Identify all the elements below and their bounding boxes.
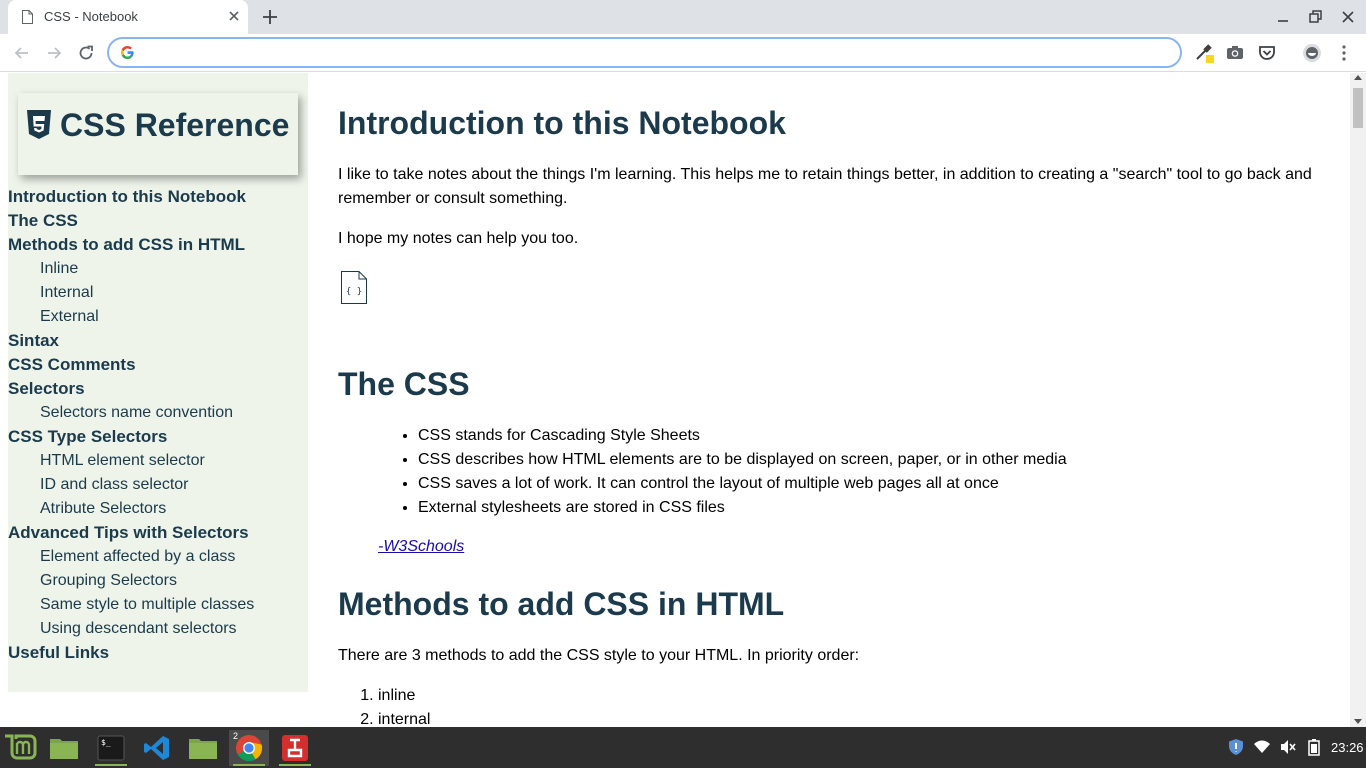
- app-icon: [282, 735, 308, 761]
- sidebar-link[interactable]: Advanced Tips with Selectors: [8, 521, 308, 545]
- sidebar-link[interactable]: HTML element selector: [8, 449, 308, 473]
- restore-icon[interactable]: [1304, 6, 1326, 28]
- shield-icon[interactable]: [1227, 738, 1245, 756]
- tab-title: CSS - Notebook: [44, 9, 138, 24]
- scroll-thumb[interactable]: [1353, 88, 1363, 128]
- css3-logo-icon: [27, 110, 51, 139]
- browser-toolbar: [0, 34, 1366, 72]
- profile-avatar-icon[interactable]: [1301, 42, 1323, 64]
- list-item: External stylesheets are stored in CSS f…: [418, 496, 1067, 520]
- taskbar-terminal[interactable]: $_: [91, 730, 131, 766]
- wifi-icon[interactable]: [1253, 738, 1271, 756]
- tab-strip: CSS - Notebook: [0, 0, 1366, 34]
- svg-text:{ }: { }: [346, 287, 362, 297]
- list-item: internal: [378, 708, 430, 727]
- taskbar-files-app[interactable]: [44, 730, 84, 766]
- sidebar-link[interactable]: Element affected by a class: [8, 545, 308, 569]
- taskbar-chrome[interactable]: 2: [229, 730, 269, 766]
- intro-paragraph: I like to take notes about the things I'…: [338, 166, 1312, 207]
- close-tab-icon[interactable]: [226, 8, 242, 24]
- battery-icon[interactable]: [1305, 738, 1323, 756]
- heading-introduction: Introduction to this Notebook: [338, 105, 786, 141]
- brand-card: CSS Reference: [18, 93, 298, 175]
- sidebar-link[interactable]: CSS Type Selectors: [8, 425, 308, 449]
- folder-icon: [50, 739, 78, 759]
- mint-menu-button[interactable]: [0, 730, 40, 766]
- code-file-icon: { }: [341, 271, 367, 304]
- brand-title: CSS Reference: [60, 107, 290, 143]
- sidebar-nav: CSS Reference Introduction to this Noteb…: [8, 73, 308, 692]
- close-window-icon[interactable]: [1337, 6, 1359, 28]
- taskbar-red-app[interactable]: [275, 730, 315, 766]
- address-bar[interactable]: [108, 38, 1181, 67]
- sidebar-link[interactable]: Sintax: [8, 329, 308, 353]
- w3schools-link[interactable]: -W3Schools: [378, 538, 464, 556]
- terminal-icon: $_: [97, 735, 125, 761]
- google-icon: [120, 45, 134, 60]
- list-item: CSS describes how HTML elements are to b…: [418, 448, 1067, 472]
- svg-text:$_: $_: [101, 738, 111, 747]
- running-indicator: [95, 764, 127, 766]
- linux-mint-logo-icon: [5, 734, 37, 760]
- intro-paragraph-2: I hope my notes can help you too.: [338, 230, 579, 247]
- sidebar-link[interactable]: ID and class selector: [8, 473, 308, 497]
- css-facts-list: CSS stands for Cascading Style SheetsCSS…: [418, 424, 1067, 520]
- scroll-down-arrow-icon[interactable]: [1354, 719, 1362, 724]
- volume-mute-icon[interactable]: [1279, 738, 1297, 756]
- sidebar-link[interactable]: Internal: [8, 281, 308, 305]
- list-item: CSS saves a lot of work. It can control …: [418, 472, 1067, 496]
- sidebar-link[interactable]: Introduction to this Notebook: [8, 185, 308, 209]
- sidebar-link[interactable]: Atribute Selectors: [8, 497, 308, 521]
- sidebar-link[interactable]: The CSS: [8, 209, 308, 233]
- folder-icon: [189, 739, 217, 759]
- methods-intro: There are 3 methods to add the CSS style…: [338, 647, 860, 664]
- taskbar: $_ 2 23:26: [0, 727, 1366, 768]
- scroll-up-arrow-icon[interactable]: [1354, 75, 1362, 80]
- pocket-icon[interactable]: [1256, 42, 1278, 64]
- page-viewport: CSS Reference Introduction to this Noteb…: [0, 73, 1350, 727]
- page-scrollbar[interactable]: [1350, 73, 1366, 727]
- camera-icon[interactable]: [1224, 42, 1246, 64]
- page-icon: [22, 10, 33, 24]
- sidebar-link[interactable]: External: [8, 305, 308, 329]
- sidebar-link[interactable]: Selectors: [8, 377, 308, 401]
- taskbar-vscode[interactable]: [137, 730, 177, 766]
- heading-methods: Methods to add CSS in HTML: [338, 586, 785, 622]
- minimize-icon[interactable]: [1272, 6, 1294, 28]
- sidebar-link[interactable]: Inline: [8, 257, 308, 281]
- taskbar-folder[interactable]: [183, 730, 223, 766]
- forward-arrow-icon[interactable]: [43, 42, 65, 64]
- window-count-badge: 2: [233, 731, 239, 741]
- running-indicator: [233, 764, 265, 766]
- sidebar-link[interactable]: Using descendant selectors: [8, 617, 308, 641]
- sidebar-link[interactable]: Methods to add CSS in HTML: [8, 233, 308, 257]
- heading-the-css: The CSS: [338, 366, 470, 402]
- list-item: CSS stands for Cascading Style Sheets: [418, 424, 1067, 448]
- methods-list: inlineinternal: [378, 684, 430, 727]
- new-tab-icon[interactable]: [260, 7, 280, 27]
- browser-tab[interactable]: CSS - Notebook: [8, 0, 248, 34]
- list-item: inline: [378, 684, 430, 708]
- sidebar-link[interactable]: Same style to multiple classes: [8, 593, 308, 617]
- running-indicator: [279, 764, 311, 766]
- sidebar-links: Introduction to this Notebook The CSS Meth…: [8, 185, 308, 665]
- clock[interactable]: 23:26: [1331, 740, 1364, 755]
- menu-dots-icon[interactable]: [1333, 42, 1355, 64]
- sidebar-link[interactable]: CSS Comments: [8, 353, 308, 377]
- address-input[interactable]: [143, 43, 1163, 63]
- sidebar-link[interactable]: Grouping Selectors: [8, 569, 308, 593]
- back-arrow-icon[interactable]: [11, 42, 33, 64]
- sidebar-link[interactable]: Selectors name convention: [8, 401, 308, 425]
- vscode-icon: [144, 736, 169, 760]
- color-picker-extension-icon[interactable]: [1193, 42, 1215, 64]
- sidebar-link[interactable]: Useful Links: [8, 641, 308, 665]
- chrome-icon: [236, 735, 263, 762]
- reload-icon[interactable]: [75, 42, 97, 64]
